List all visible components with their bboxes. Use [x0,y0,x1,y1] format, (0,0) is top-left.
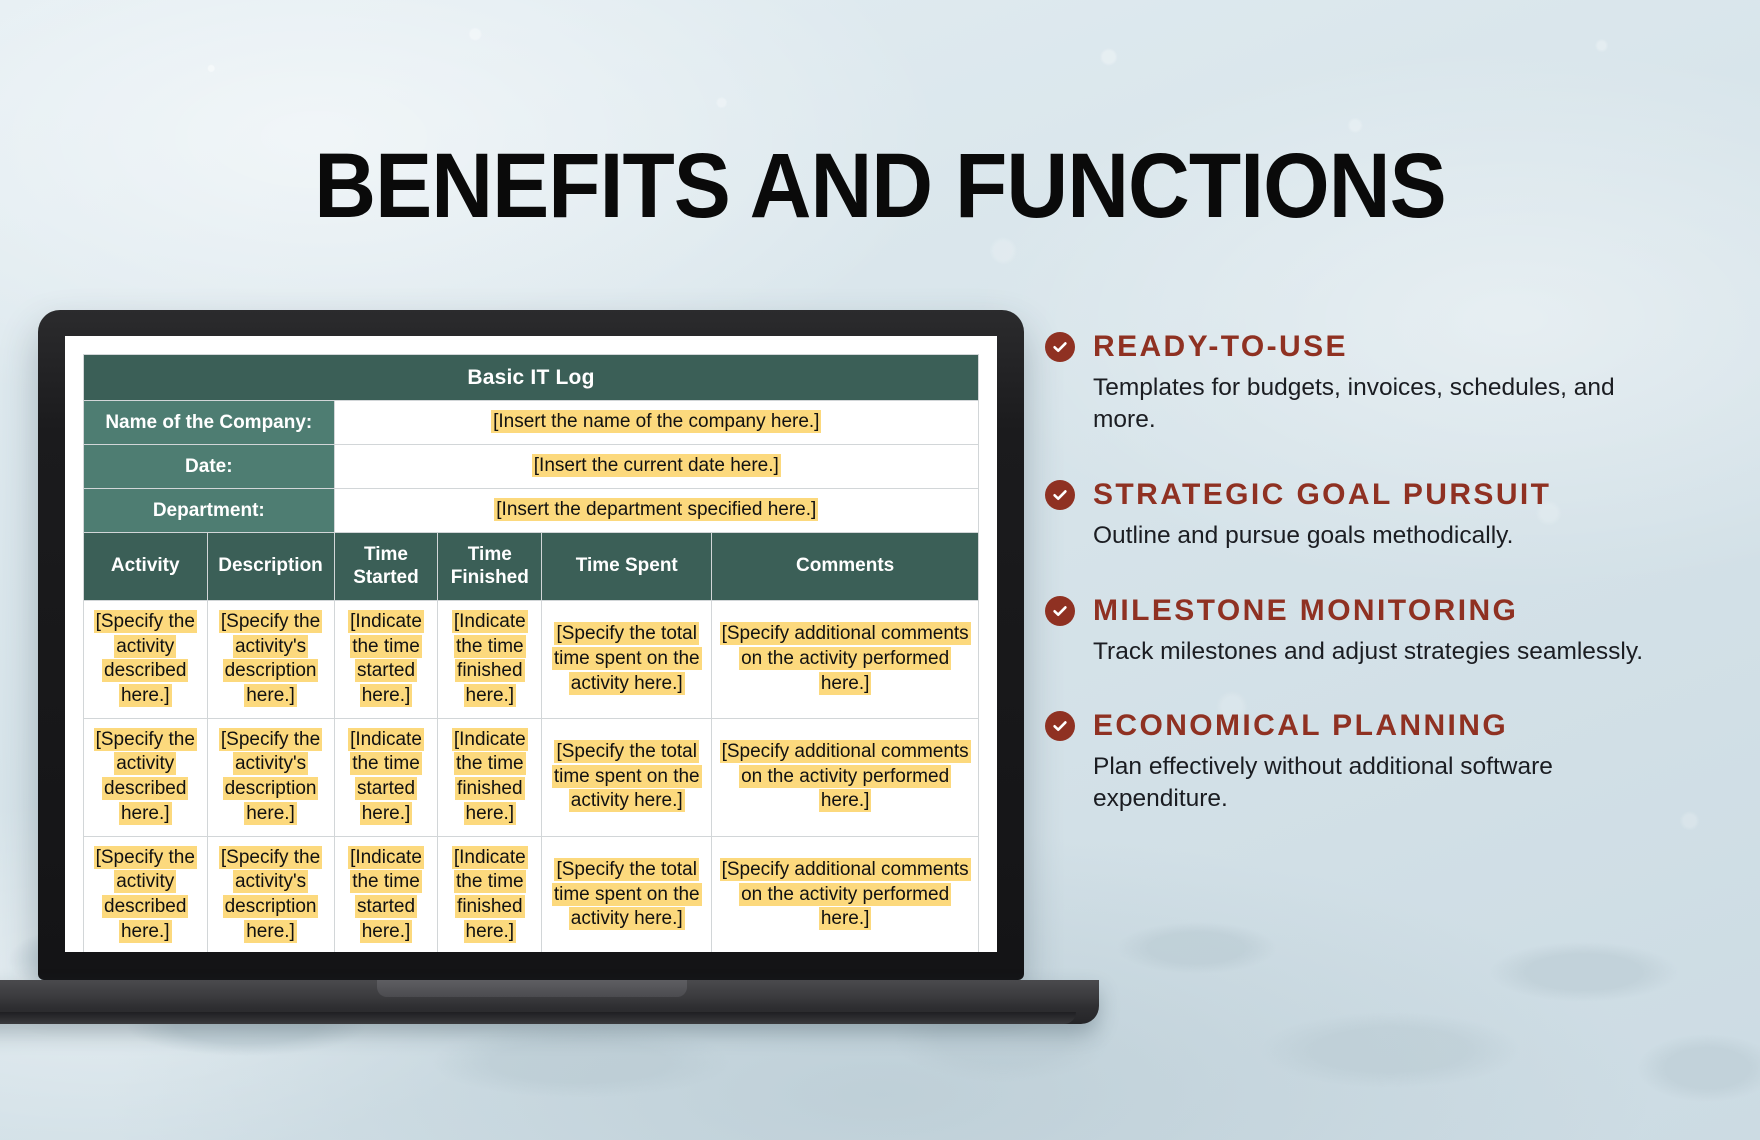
cell-description[interactable]: [Specify the activity's description here… [206,717,335,837]
cell-comments-text: [Specify additional comments on the acti… [719,622,971,695]
column-header-time-finished[interactable]: Time Finished [437,532,543,601]
poster-canvas: BENEFITS AND FUNCTIONS Basic IT Log Name… [0,0,1760,1140]
company-value: [Insert the name of the company here.] [491,410,822,434]
benefit-heading-row: STRATEGIC GOAL PURSUIT [1045,478,1685,512]
benefit-description: Outline and pursue goals methodically. [1093,521,1514,549]
cell-time-spent[interactable]: [Specify the total time spent on the act… [541,717,713,837]
cell-time-started-text: [Indicate the time started here.] [348,610,424,708]
cell-activity-text: [Specify the activity described here.] [93,727,197,825]
page-title: BENEFITS AND FUNCTIONS [314,135,1446,237]
cell-description[interactable]: [Specify the activity's description here… [206,600,335,719]
date-value: [Insert the current date here.] [531,454,781,478]
cell-time-started[interactable]: [Indicate the time started here.] [333,717,439,837]
cell-comments[interactable]: [Specify additional comments on the acti… [711,600,979,719]
info-row-date: Date: [Insert the current date here.] [83,444,980,489]
cell-time-started[interactable]: [Indicate the time started here.] [333,600,439,719]
table-row: [Specify the activity described here.] [… [83,600,979,719]
company-label: Name of the Company: [83,400,335,445]
column-header-time-spent[interactable]: Time Spent [541,532,713,601]
cell-activity-text: [Specify the activity described here.] [93,610,197,708]
cell-time-finished[interactable]: [Indicate the time finished here.] [437,600,543,719]
table-column-header-row: Activity Description Time Started Time F… [83,532,979,601]
cell-comments-text: [Specify additional comments on the acti… [719,857,971,931]
check-circle-icon [1045,711,1075,742]
info-row-company: Name of the Company: [Insert the name of… [83,400,980,445]
cell-time-finished-text: [Indicate the time finished here.] [451,610,528,708]
benefit-description: Plan effectively without additional soft… [1093,753,1553,813]
cell-activity[interactable]: [Specify the activity described here.] [83,835,208,952]
cell-time-started[interactable]: [Indicate the time started here.] [333,835,439,952]
cell-description-text: [Specify the activity's description here… [218,610,323,708]
check-circle-icon [1045,479,1075,510]
basic-it-log-table: Basic IT Log Name of the Company: [Inser… [83,354,980,952]
cell-time-spent-text: [Specify the total time spent on the act… [551,622,702,695]
column-header-activity[interactable]: Activity [83,532,208,601]
benefit-item-strategic-goal-pursuit: STRATEGIC GOAL PURSUIT Outline and pursu… [1045,478,1685,552]
check-circle-icon [1045,332,1075,362]
company-value-cell[interactable]: [Insert the name of the company here.] [333,400,980,445]
cell-description[interactable]: [Specify the activity's description here… [206,835,335,952]
cell-time-finished-text: [Indicate the time finished here.] [451,845,528,943]
check-circle-icon [1045,595,1075,626]
benefit-item-economical-planning: ECONOMICAL PLANNING Plan effectively wit… [1045,709,1685,815]
cell-time-started-text: [Indicate the time started here.] [348,727,424,825]
benefit-description: Track milestones and adjust strategies s… [1093,637,1644,665]
cell-comments[interactable]: [Specify additional comments on the acti… [711,835,979,952]
department-value-cell[interactable]: [Insert the department specified here.] [333,488,980,533]
benefit-description: Templates for budgets, invoices, schedul… [1093,374,1615,433]
table-title-row: Basic IT Log [83,354,979,401]
cell-time-spent-text: [Specify the total time spent on the act… [551,857,702,931]
laptop-base [0,980,1099,1024]
cell-activity[interactable]: [Specify the activity described here.] [83,600,208,719]
date-value-cell[interactable]: [Insert the current date here.] [333,444,980,489]
department-label: Department: [83,488,335,533]
cell-comments-text: [Specify additional comments on the acti… [719,740,971,813]
info-row-department: Department: [Insert the department speci… [83,488,980,533]
cell-time-finished[interactable]: [Indicate the time finished here.] [437,835,543,952]
table-title: Basic IT Log [83,354,979,401]
department-value: [Insert the department specified here.] [494,498,819,522]
benefit-heading-row: MILESTONE MONITORING [1045,594,1685,628]
cell-activity[interactable]: [Specify the activity described here.] [83,717,208,837]
cell-description-text: [Specify the activity's description here… [218,727,323,825]
benefits-list: READY-TO-USE Templates for budgets, invo… [1045,330,1685,857]
cell-description-text: [Specify the activity's description here… [218,845,323,943]
cell-time-spent-text: [Specify the total time spent on the act… [551,740,702,813]
table-row: [Specify the activity described here.] [… [83,717,979,837]
column-header-comments[interactable]: Comments [711,532,979,601]
cell-comments[interactable]: [Specify additional comments on the acti… [711,717,979,837]
cell-time-spent[interactable]: [Specify the total time spent on the act… [541,600,713,719]
cell-activity-text: [Specify the activity described here.] [93,845,197,943]
spreadsheet-viewport[interactable]: Basic IT Log Name of the Company: [Inser… [65,336,997,952]
cell-time-finished-text: [Indicate the time finished here.] [451,727,528,825]
date-label: Date: [83,444,335,489]
benefit-title: READY-TO-USE [1093,330,1348,363]
benefit-heading-row: ECONOMICAL PLANNING [1045,709,1685,743]
column-header-description[interactable]: Description [206,532,335,601]
benefit-title: ECONOMICAL PLANNING [1093,709,1509,743]
laptop-screen: Basic IT Log Name of the Company: [Inser… [65,336,997,952]
table-row: [Specify the activity described here.] [… [83,835,979,952]
benefit-item-ready-to-use: READY-TO-USE Templates for budgets, invo… [1045,330,1685,436]
benefit-title: STRATEGIC GOAL PURSUIT [1093,477,1552,511]
cell-time-finished[interactable]: [Indicate the time finished here.] [437,717,543,837]
laptop-mockup: Basic IT Log Name of the Company: [Inser… [0,310,1099,1024]
laptop-lid: Basic IT Log Name of the Company: [Inser… [38,310,1024,980]
benefit-item-milestone-monitoring: MILESTONE MONITORING Track milestones an… [1045,594,1685,668]
column-header-time-started[interactable]: Time Started [333,532,439,601]
benefit-heading-row: READY-TO-USE [1045,330,1685,364]
cell-time-started-text: [Indicate the time started here.] [348,845,424,943]
cell-time-spent[interactable]: [Specify the total time spent on the act… [541,835,713,952]
benefit-title: MILESTONE MONITORING [1093,593,1519,627]
